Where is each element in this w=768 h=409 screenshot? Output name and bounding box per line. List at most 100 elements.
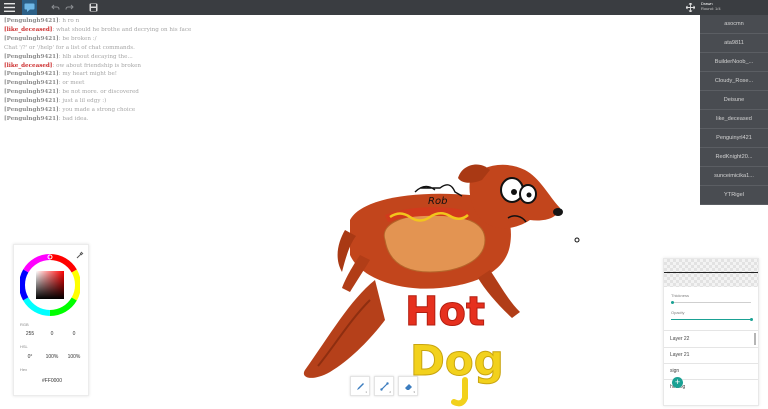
opacity-slider[interactable] [671,318,753,321]
chat-message: [Pengulngh9421]: or meet [4,80,85,87]
round-info: Drawn Round: 1/4 [701,1,721,11]
chat-username: [like_deceased] [4,26,53,33]
line-tool-button[interactable]: 2 [374,376,394,396]
layer-item[interactable]: Layer 21 [670,352,689,358]
chat-message: [Pengulngh9421]: h ro n [4,18,80,24]
chat-text: you made a strong choice [62,107,136,114]
chat-text: what should he brothe and decrying on hi… [56,26,192,33]
player-item[interactable]: YTRigel [700,186,768,205]
chat-text: hlb about decaying the... [62,53,133,60]
chat-username: [Pengulngh9421] [4,18,59,24]
drawing-word-dog: Dog [410,336,504,385]
player-item[interactable]: Cloudy_Rose... [700,72,768,91]
color-wheel[interactable] [20,253,80,317]
chat-message: [Pengulngh9421]: my heart might be! [4,71,118,78]
chat-message: [Pengulngh9421]: just a lil edgy :) [4,98,107,105]
tail [303,280,385,378]
hsl-s-field[interactable]: 100% [42,354,62,360]
save-icon [89,3,97,12]
redo-icon [65,4,74,10]
player-item[interactable]: RedKnight20... [700,148,768,167]
layer-item[interactable]: sign [670,368,679,374]
chat-text: bad idea. [62,115,89,122]
chat-username: [Pengulngh9421] [4,80,59,87]
thickness-label: Thickness [671,293,690,298]
chat-message: [like_deceased]: what should he brothe a… [4,26,192,33]
player-item[interactable]: ata9811 [700,34,768,53]
top-toolbar: Drawn Round: 1/4 [0,0,768,15]
chat-text: just a lil edgy :) [62,98,107,105]
chat-text: my heart might be! [62,71,118,78]
eyedropper-icon[interactable] [76,251,84,259]
opacity-label: Opacity [671,310,685,315]
rgb-g-field[interactable]: 0 [42,331,62,337]
add-layer-button[interactable]: + [672,377,683,388]
chat-log: [Pengulngh9421]: h ro n [like_deceased]: … [4,17,324,124]
chat-icon [24,3,35,12]
eraser-icon [404,383,412,390]
drawing-word-hot: Hot [405,289,485,335]
tool-shortcut: 2 [389,390,391,394]
chat-username: [Pengulngh9421] [4,53,59,60]
hsl-l-field[interactable]: 100% [64,354,84,360]
chat-username: [like_deceased] [4,62,53,69]
divider [664,347,758,348]
undo-icon [51,4,60,10]
chat-message: [like_deceased]: ow about friendship is … [4,62,141,69]
chat-username: [Pengulngh9421] [4,115,59,122]
layer-item[interactable]: Layer 22 [670,336,689,342]
chat-text: be not more. or discovered [62,89,139,96]
player-item[interactable]: like_deceased [700,110,768,129]
divider [664,363,758,364]
eraser-tool-button[interactable]: 3 [398,376,418,396]
undo-button[interactable] [50,0,61,15]
tool-shortcut: 1 [365,390,367,394]
canvas-artwork: Rob Hot Dog [303,164,580,407]
chat-toggle-button[interactable] [22,0,37,15]
save-button[interactable] [87,0,99,15]
chat-text: h ro n [62,18,80,24]
thickness-slider[interactable] [671,301,751,304]
chat-username: [Pengulngh9421] [4,35,59,42]
chat-username: [Pengulngh9421] [4,98,59,105]
move-icon [685,3,695,12]
divider [664,330,758,331]
hex-field[interactable]: #FF0000 [20,378,84,384]
menu-icon [4,3,15,12]
menu-button[interactable] [3,0,16,15]
pencil-tool-button[interactable]: 1 [350,376,370,396]
chat-message: [Pengulngh9421]: be broken :/ [4,35,97,42]
color-picker-panel: RGB 255 0 0 HSL 0° 100% 100% Hex #FF0000 [13,244,89,396]
redo-button[interactable] [64,0,75,15]
player-item[interactable]: Penguinyrl421 [700,129,768,148]
drawing-tools: 1 2 3 [350,376,418,396]
line-icon [379,381,389,391]
pencil-icon [356,382,364,390]
drawing-signature-text: Rob [428,196,447,207]
rgb-b-field[interactable]: 0 [64,331,84,337]
player-list: asocmn ata9811 BuilderNoob_... Cloudy_Rose.… [700,15,768,205]
chat-text: Chat '/?' or '/help' for a list of chat … [4,44,135,51]
chat-username: [Pengulngh9421] [4,71,59,78]
move-button[interactable] [684,0,696,15]
player-item[interactable]: BuilderNoob_... [700,53,768,72]
tool-shortcut: 3 [413,390,415,394]
chat-username: [Pengulngh9421] [4,107,59,114]
chat-text: or meet [62,80,85,87]
rgb-label: RGB [20,322,29,327]
layer-scrollbar[interactable] [754,333,756,345]
brush-preview [664,259,758,287]
chat-message: [Pengulngh9421]: you made a strong choic… [4,107,136,114]
chat-username: [Pengulngh9421] [4,89,59,96]
chat-message: [Pengulngh9421]: be not more. or discove… [4,89,139,96]
brush-preview-stroke [664,272,758,273]
rgb-r-field[interactable]: 255 [20,331,40,337]
hex-label: Hex [20,367,28,372]
player-item[interactable]: asocmn [700,15,768,34]
brush-layer-panel: Thickness Opacity Layer 22Layer 21signho… [663,258,759,406]
player-item[interactable]: Deisune [700,91,768,110]
hsl-h-field[interactable]: 0° [20,354,40,360]
chat-message: [Pengulngh9421]: hlb about decaying the.… [4,53,133,60]
drawing-canvas[interactable]: Rob Hot Dog [290,160,590,409]
player-item[interactable]: sunceimicika1... [700,167,768,186]
